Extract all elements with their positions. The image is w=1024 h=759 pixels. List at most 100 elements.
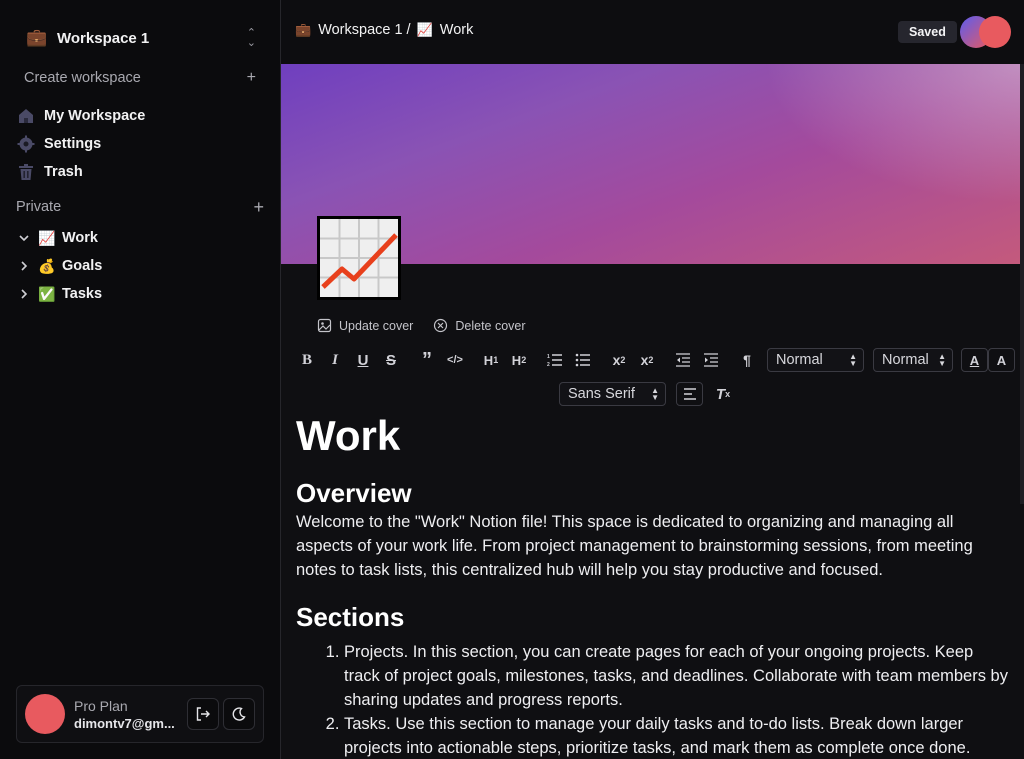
collaborator-avatar[interactable]: [979, 16, 1011, 48]
private-section-header: Private +: [16, 196, 266, 218]
list-item[interactable]: Tasks. Use this section to manage your d…: [344, 712, 1008, 759]
page-icon-chart-emoji[interactable]: [317, 216, 401, 300]
sidebar-item-my-workspace[interactable]: My Workspace: [16, 102, 266, 130]
svg-text:2: 2: [547, 362, 550, 367]
ordered-list-button[interactable]: 12: [541, 346, 569, 374]
sidebar-page-tasks[interactable]: ✅ Tasks: [16, 280, 266, 308]
cover-actions: Update cover Delete cover: [317, 318, 546, 333]
breadcrumb-page-emoji: 📈: [416, 22, 433, 37]
editor-toolbar-row-2: Sans Serif ▲ ▼ Tx: [559, 380, 737, 408]
heading-1-button[interactable]: H1: [477, 346, 505, 374]
plan-label: Pro Plan: [74, 697, 128, 714]
select-arrows-icon: ▲ ▼: [938, 352, 946, 368]
background-color-button[interactable]: A: [988, 348, 1015, 372]
sidebar-item-label: Settings: [44, 136, 102, 152]
page-label: Tasks: [62, 286, 103, 302]
workspace-name: Workspace 1: [57, 29, 150, 47]
align-left-icon: [683, 388, 696, 400]
heading-2-button[interactable]: H2: [505, 346, 533, 374]
text-direction-button[interactable]: ¶: [733, 346, 761, 374]
moon-icon: [232, 707, 246, 721]
add-page-plus-icon[interactable]: +: [253, 197, 264, 218]
header-select[interactable]: Normal ▲ ▼: [767, 348, 864, 372]
private-label: Private: [16, 199, 62, 215]
breadcrumb: 💼 Workspace 1 / 📈 Work: [295, 22, 473, 38]
clear-format-button[interactable]: Tx: [709, 380, 737, 408]
update-cover-button[interactable]: Update cover: [317, 318, 413, 333]
workspace-emoji: 💼: [26, 28, 48, 47]
chart-increasing-icon: [320, 219, 398, 297]
bullet-list-button[interactable]: [569, 346, 597, 374]
page-label: Work: [62, 230, 98, 246]
outdent-button[interactable]: [669, 346, 697, 374]
chevron-right-icon[interactable]: [16, 288, 32, 300]
sections-heading[interactable]: Sections: [296, 600, 1008, 634]
indent-icon: [704, 353, 718, 367]
page-emoji: ✅: [38, 285, 56, 302]
overview-heading[interactable]: Overview: [296, 476, 1008, 510]
sections-list: Projects. In this section, you can creat…: [344, 640, 1008, 759]
plus-icon: +: [246, 69, 256, 86]
sidebar-page-work[interactable]: 📈 Work: [16, 224, 266, 252]
page-emoji: 💰: [38, 257, 56, 274]
size-select-value: Normal: [882, 352, 929, 368]
italic-button[interactable]: I: [321, 346, 349, 374]
main-content: 💼 Workspace 1 / 📈 Work Saved Update cove…: [281, 0, 1024, 759]
select-arrows-icon: ▲ ▼: [651, 386, 659, 402]
underline-button[interactable]: U: [349, 346, 377, 374]
sidebar-page-goals[interactable]: 💰 Goals: [16, 252, 266, 280]
logout-button[interactable]: [187, 698, 219, 730]
page-emoji: 📈: [38, 229, 56, 246]
sidebar-item-settings[interactable]: Settings: [16, 130, 266, 158]
page-title[interactable]: Work: [296, 408, 1008, 464]
delete-cover-button[interactable]: Delete cover: [433, 318, 526, 333]
trash-icon: [16, 162, 36, 182]
sidebar-item-trash[interactable]: Trash: [16, 158, 266, 186]
chevron-right-icon[interactable]: [16, 260, 32, 272]
indent-button[interactable]: [697, 346, 725, 374]
bullet-list-icon: [575, 353, 590, 367]
user-email: dimontv7@gm...: [74, 715, 175, 731]
avatar[interactable]: [25, 694, 65, 734]
blockquote-button[interactable]: ”: [413, 346, 441, 374]
subscript-button[interactable]: x2: [605, 346, 633, 374]
bold-button[interactable]: B: [293, 346, 321, 374]
strikethrough-button[interactable]: S: [377, 346, 405, 374]
editor-toolbar: B I U S ” </> H1 H2 12 x2 x2 ¶ Normal ▲ …: [293, 346, 1017, 374]
theme-toggle-button[interactable]: [223, 698, 255, 730]
delete-cover-label: Delete cover: [455, 318, 526, 333]
workspace-switcher[interactable]: 💼 Workspace 1 ⌃ ⌄: [18, 22, 264, 54]
private-pages-list: 📈 Work 💰 Goals ✅ Tasks: [16, 224, 266, 308]
font-select[interactable]: Sans Serif ▲ ▼: [559, 382, 666, 406]
size-select[interactable]: Normal ▲ ▼: [873, 348, 953, 372]
topbar: 💼 Workspace 1 / 📈 Work Saved: [281, 0, 1024, 64]
ordered-list-icon: 12: [547, 354, 562, 367]
create-workspace-button[interactable]: Create workspace +: [24, 66, 260, 90]
align-button[interactable]: [676, 382, 703, 406]
outdent-icon: [676, 353, 690, 367]
breadcrumb-workspace[interactable]: Workspace 1: [318, 22, 402, 38]
sidebar-item-label: Trash: [44, 164, 83, 180]
document-body[interactable]: Work Overview Welcome to the "Work" Noti…: [296, 408, 1008, 759]
overview-paragraph[interactable]: Welcome to the "Work" Notion file! This …: [296, 510, 1008, 582]
page-label: Goals: [62, 258, 103, 274]
sidebar: 💼 Workspace 1 ⌃ ⌄ Create workspace + My W…: [0, 0, 281, 759]
user-card: Pro Plan dimontv7@gm...: [16, 685, 264, 743]
gear-icon: [16, 134, 36, 154]
breadcrumb-page[interactable]: Work: [440, 22, 474, 38]
header-select-value: Normal: [776, 352, 823, 368]
user-info: Pro Plan dimontv7@gm...: [74, 698, 183, 731]
select-arrows-icon: ▲ ▼: [849, 352, 857, 368]
text-color-button[interactable]: A: [961, 348, 988, 372]
home-icon: [16, 106, 36, 126]
chevron-down-icon[interactable]: [16, 232, 32, 244]
code-block-button[interactable]: </>: [441, 346, 469, 374]
superscript-button[interactable]: x2: [633, 346, 661, 374]
close-circle-icon: [434, 318, 448, 333]
breadcrumb-workspace-emoji: 💼: [295, 22, 312, 37]
svg-text:1: 1: [547, 354, 550, 360]
create-workspace-label: Create workspace: [24, 70, 141, 86]
sidebar-item-label: My Workspace: [44, 108, 146, 124]
scrollbar[interactable]: [1020, 64, 1024, 504]
list-item[interactable]: Projects. In this section, you can creat…: [344, 640, 1008, 712]
